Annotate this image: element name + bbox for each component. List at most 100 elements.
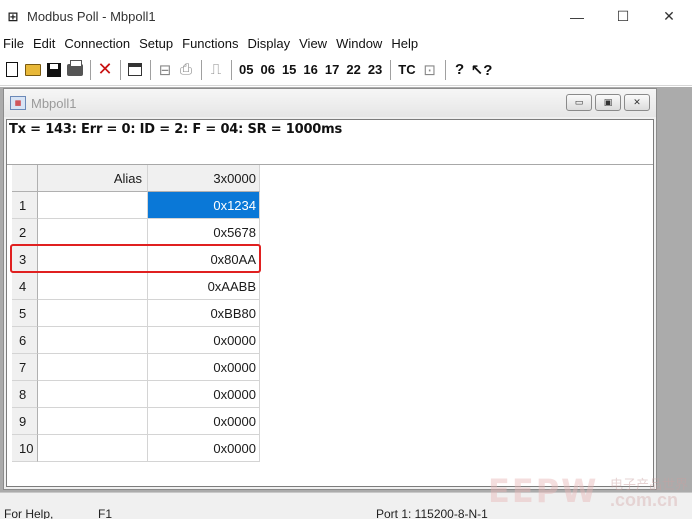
row-number-cell[interactable]: 9 [12, 408, 38, 435]
register-value-cell[interactable]: 0xAABB [148, 273, 260, 300]
row-number-cell[interactable]: 5 [12, 300, 38, 327]
alias-cell[interactable] [38, 192, 148, 219]
register-value-cell[interactable]: 0x0000 [148, 408, 260, 435]
menu-file[interactable]: File [0, 36, 28, 51]
menu-setup[interactable]: Setup [136, 36, 177, 51]
close-icon: ✕ [633, 97, 641, 107]
alias-cell[interactable] [38, 273, 148, 300]
toolbar-separator [120, 59, 121, 80]
child-close-button[interactable]: ✕ [624, 94, 650, 111]
watermark-url: .com.cn [610, 490, 679, 510]
pulse-button[interactable]: ⎍ [206, 58, 226, 82]
alias-cell[interactable] [38, 354, 148, 381]
folder-open-icon [25, 63, 41, 76]
menu-edit[interactable]: Edit [30, 36, 59, 51]
register-value-cell[interactable]: 0x0000 [148, 435, 260, 462]
table-row[interactable]: 7 0x0000 [12, 354, 262, 381]
eepw-watermark: EEPW 电子产品世界 .com.cn [488, 470, 688, 514]
tc-button[interactable]: TC [395, 58, 418, 82]
toolbar-separator [444, 59, 446, 80]
toolbar-separator [150, 59, 151, 80]
disconnect-button[interactable]: ✕ [95, 58, 115, 82]
address-column-header[interactable]: 3x0000 [148, 165, 260, 192]
menu-bar: File Edit Connection Setup Functions Dis… [0, 33, 692, 53]
register-value-cell[interactable]: 0x5678 [148, 219, 260, 246]
menu-help[interactable]: Help [388, 36, 422, 51]
register-value-cell[interactable]: 0x0000 [148, 327, 260, 354]
child-title-bar: ▦ Mbpoll1 ▭ ▣ ✕ [4, 89, 656, 117]
toolbar: ✕ ⊟ ⎙ ⎍ 05 06 15 16 17 22 23 TC ⊡ ? ↖? [0, 54, 692, 86]
register-value-cell[interactable]: 0x1234 [148, 192, 260, 219]
menu-functions[interactable]: Functions [179, 36, 242, 51]
row-number-cell[interactable]: 8 [12, 381, 38, 408]
register-value-cell[interactable]: 0xBB80 [148, 300, 260, 327]
table-row[interactable]: 1 0x1234 [12, 192, 262, 219]
maximize-button[interactable]: ☐ [600, 0, 646, 33]
table-row[interactable]: 8 0x0000 [12, 381, 262, 408]
alias-cell[interactable] [38, 219, 148, 246]
row-number-cell[interactable]: 1 [12, 192, 38, 219]
function-17-button[interactable]: 17 [322, 58, 342, 82]
table-row[interactable]: 9 0x0000 [12, 408, 262, 435]
child-minimize-button[interactable]: ▭ [566, 94, 592, 111]
communication-icon: ⊟ [158, 61, 172, 79]
table-row[interactable]: 6 0x0000 [12, 327, 262, 354]
new-document-button[interactable] [2, 58, 22, 82]
traffic-monitor-icon: ⊡ [423, 61, 436, 79]
new-window-button[interactable] [125, 58, 145, 82]
menu-display[interactable]: Display [245, 36, 295, 51]
close-button[interactable]: ✕ [646, 0, 692, 33]
print-preview-button[interactable]: ⎙ [176, 58, 196, 82]
function-15-button[interactable]: 15 [279, 58, 299, 82]
alias-cell[interactable] [38, 381, 148, 408]
menu-window[interactable]: Window [333, 36, 386, 51]
window-title: Modbus Poll - Mbpoll1 [27, 9, 156, 24]
function-05-button[interactable]: 05 [236, 58, 256, 82]
communication-button[interactable]: ⊟ [155, 58, 175, 82]
alias-cell[interactable] [38, 435, 148, 462]
pulse-icon: ⎍ [210, 61, 222, 78]
child-window-controls: ▭ ▣ ✕ [563, 94, 650, 111]
help-question-icon: ? [455, 61, 465, 78]
row-number-cell[interactable]: 7 [12, 354, 38, 381]
child-window-body: Tx = 143: Err = 0: ID = 2: F = 04: SR = … [6, 119, 654, 487]
register-value-cell[interactable]: 0x0000 [148, 354, 260, 381]
table-row[interactable]: 10 0x0000 [12, 435, 262, 462]
print-button[interactable] [65, 58, 85, 82]
function-06-button[interactable]: 06 [257, 58, 277, 82]
save-button[interactable] [44, 58, 64, 82]
grid-rows: 1 0x1234 2 0x5678 3 0x80AA 4 0xAABB 5 0xBB80 6 0x00… [12, 192, 262, 462]
minimize-button[interactable]: — [554, 0, 600, 33]
alias-cell[interactable] [38, 300, 148, 327]
menu-connection[interactable]: Connection [61, 36, 134, 51]
table-row[interactable]: 5 0xBB80 [12, 300, 262, 327]
traffic-button[interactable]: ⊡ [420, 58, 440, 82]
function-22-button[interactable]: 22 [343, 58, 363, 82]
status-help-text: For Help, [4, 507, 54, 519]
function-23-button[interactable]: 23 [365, 58, 385, 82]
child-restore-button[interactable]: ▣ [595, 94, 621, 111]
table-row[interactable]: 2 0x5678 [12, 219, 262, 246]
context-help-button[interactable]: ↖? [471, 58, 493, 82]
toolbar-separator [90, 59, 91, 80]
row-number-cell[interactable]: 10 [12, 435, 38, 462]
modbus-app-icon: ⊞ [7, 8, 19, 24]
alias-column-header[interactable]: Alias [38, 165, 148, 192]
new-document-icon [6, 62, 18, 77]
register-value-cell[interactable]: 0x0000 [148, 381, 260, 408]
row-number-header [12, 165, 38, 192]
open-button[interactable] [23, 58, 43, 82]
menu-view[interactable]: View [296, 36, 331, 51]
status-help-key: F1 [98, 507, 113, 519]
row-number-cell[interactable]: 6 [12, 327, 38, 354]
alias-cell[interactable] [38, 327, 148, 354]
window-icon [128, 63, 142, 76]
function-16-button[interactable]: 16 [300, 58, 320, 82]
row-number-cell[interactable]: 4 [12, 273, 38, 300]
table-row[interactable]: 4 0xAABB [12, 273, 262, 300]
alias-cell[interactable] [38, 408, 148, 435]
about-button[interactable]: ? [450, 58, 470, 82]
disconnect-x-icon: ✕ [97, 59, 113, 79]
status-port-info: Port 1: 115200-8-N-1 [376, 507, 488, 519]
row-number-cell[interactable]: 2 [12, 219, 38, 246]
